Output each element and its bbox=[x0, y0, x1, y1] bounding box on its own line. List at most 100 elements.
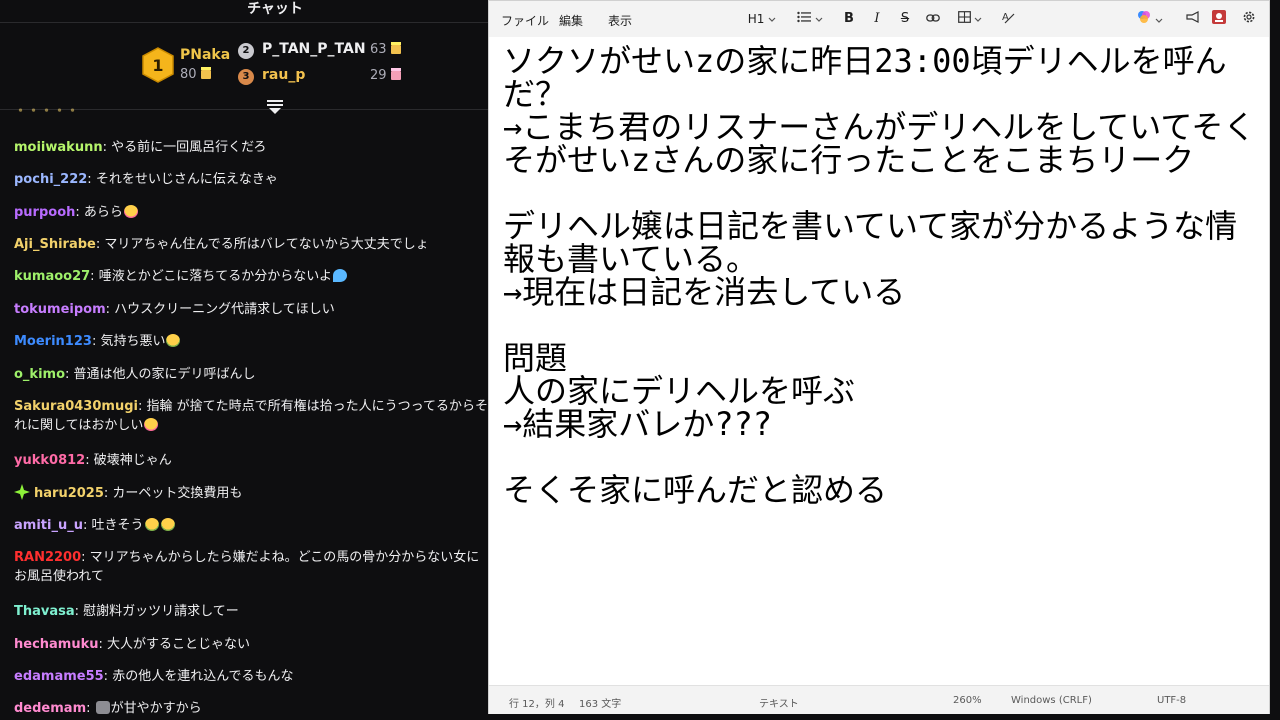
rank-3-badge-icon: 3 bbox=[238, 69, 254, 85]
notepad-window: ファイル 編集 表示 H1 B I S A ソクソがせいzの家に昨日23:00頃… bbox=[488, 0, 1270, 714]
leaderboard-first-name: PNaka bbox=[180, 47, 231, 63]
gift-icon bbox=[390, 71, 401, 80]
clear-formatting-icon[interactable]: A bbox=[997, 10, 1019, 28]
chat-message-list: ・・・・・ moiiwakunn: やる前に一回風呂行くだろ pochi_222… bbox=[0, 108, 490, 720]
character-count: 163 文字 bbox=[579, 699, 622, 710]
chat-message-text: 大人がすることじゃない bbox=[107, 637, 251, 652]
chat-message-text: 慰謝料ガッツリ請求してー bbox=[83, 604, 239, 619]
gift-leaderboard: 1 PNaka 80 2 P_TAN_P_TAN 63 3 rau_p 29 bbox=[0, 22, 490, 110]
chat-message: Sakura0430mugi: 指輪 が捨てた時点で所有権は拾った人にうつってる… bbox=[14, 399, 488, 433]
chat-message: Moerin123: 気持ち悪い bbox=[14, 332, 490, 351]
chat-message-text: やる前に一回風呂行くだろ bbox=[111, 140, 267, 155]
chat-message-text: 赤の他人を連れ込んでるもんな bbox=[112, 669, 294, 684]
chat-message-text: それをせいじさんに伝えなきゃ bbox=[95, 172, 278, 187]
leaderboard-second-points-wrap: 63 bbox=[370, 42, 401, 57]
chat-message: RAN2200: マリアちゃんからしたら嫌だよね。どこの馬の骨か分からない女にお… bbox=[14, 550, 480, 584]
settings-gear-icon[interactable] bbox=[1239, 10, 1259, 28]
chat-username[interactable]: edamame55 bbox=[14, 669, 104, 684]
leaderboard-third-points: 29 bbox=[370, 68, 387, 83]
svg-text:1: 1 bbox=[152, 56, 163, 75]
chat-message-text: 普通は他人の家にデリ呼ばんし bbox=[73, 367, 256, 382]
chat-message: dedemam: が甘やかすから bbox=[14, 701, 202, 716]
heading-dropdown[interactable]: H1 bbox=[745, 10, 779, 28]
rank-2-badge-icon: 2 bbox=[238, 43, 254, 59]
profile-badge-icon[interactable] bbox=[1209, 10, 1229, 28]
editor-content[interactable]: ソクソがせいzの家に昨日23:00頃デリヘルを呼んだ？ →こまち君のリスナーさん… bbox=[503, 45, 1263, 507]
menu-file[interactable]: ファイル bbox=[501, 12, 549, 29]
zoom-level[interactable]: 260% bbox=[953, 695, 982, 706]
table-icon bbox=[957, 11, 971, 23]
leaderboard-third[interactable]: 3 rau_p 29 bbox=[238, 67, 418, 87]
line-ending[interactable]: Windows (CRLF) bbox=[1011, 695, 1092, 706]
leaderboard-first-points-wrap: 80 bbox=[180, 67, 211, 82]
chat-username[interactable]: kumaoo27 bbox=[14, 269, 90, 284]
link-icon[interactable] bbox=[923, 10, 943, 28]
chat-header: チャット bbox=[0, 0, 490, 22]
chat-username[interactable]: Thavasa bbox=[14, 604, 75, 619]
chat-username[interactable]: moiiwakunn bbox=[14, 140, 103, 155]
chat-username[interactable]: Sakura0430mugi bbox=[14, 399, 138, 414]
strikethrough-icon[interactable]: S bbox=[895, 10, 915, 28]
sick-face-emoji-icon bbox=[166, 334, 181, 347]
chat-message: purpooh: あらら bbox=[14, 203, 490, 222]
sweat-droplets-emoji-icon bbox=[333, 269, 348, 282]
emote-icon bbox=[95, 701, 110, 714]
chat-message: amiti_u_u: 吐きそう bbox=[14, 516, 490, 535]
chat-message: Thavasa: 慰謝料ガッツリ請求してー bbox=[14, 604, 239, 619]
menu-view[interactable]: 表示 bbox=[608, 12, 632, 29]
leaderboard-third-name: rau_p bbox=[262, 67, 306, 83]
chat-message-text: ハウスクリーニング代請求してほしい bbox=[114, 302, 335, 317]
encoding[interactable]: UTF-8 bbox=[1157, 695, 1186, 706]
gift-icon bbox=[200, 70, 211, 79]
chat-message: moiiwakunn: やる前に一回風呂行くだろ bbox=[14, 140, 267, 155]
chat-username[interactable]: yukk0812 bbox=[14, 453, 85, 468]
heart-eyes-emoji-icon bbox=[123, 205, 138, 218]
chat-message: haru2025: カーペット交換費用も bbox=[14, 484, 490, 503]
chat-username[interactable]: pochi_222 bbox=[14, 172, 87, 187]
leaderboard-first-points: 80 bbox=[180, 67, 197, 82]
chat-message: edamame55: 赤の他人を連れ込んでるもんな bbox=[14, 669, 294, 684]
chevron-down-icon bbox=[974, 17, 982, 22]
chat-message-text: 吐きそう bbox=[91, 518, 144, 533]
table-dropdown[interactable] bbox=[953, 10, 987, 28]
heading-label: H1 bbox=[747, 12, 765, 26]
chat-message-text: が甘やかすから bbox=[110, 701, 202, 716]
chat-message-text: 気持ち悪い bbox=[100, 334, 166, 349]
chat-message: yukk0812: 破壊神じゃん bbox=[14, 453, 172, 468]
gift-icon bbox=[390, 45, 401, 54]
chat-message-partial: ・・・・・ bbox=[14, 108, 80, 119]
chat-username[interactable]: hechamuku bbox=[14, 637, 99, 652]
chat-username[interactable]: Aji_Shirabe bbox=[14, 237, 96, 252]
chat-message-text: カーペット交換費用も bbox=[112, 486, 243, 501]
chat-username[interactable]: o_kimo bbox=[14, 367, 65, 382]
bold-icon[interactable]: B bbox=[839, 10, 859, 28]
chat-username[interactable]: RAN2200 bbox=[14, 550, 81, 565]
chat-message-text: マリアちゃん住んでる所はバレてないから大丈夫でしょ bbox=[104, 237, 429, 252]
status-bar: 行 12，列 4 163 文字 テキスト 260% Windows (CRLF)… bbox=[489, 685, 1269, 714]
chat-message-text: 唾液とかどこに落ちてるか分からないよ bbox=[98, 269, 333, 284]
leaderboard-second[interactable]: 2 P_TAN_P_TAN 63 bbox=[238, 41, 418, 61]
chat-message: kumaoo27: 唾液とかどこに落ちてるか分からないよ bbox=[14, 267, 490, 286]
menu-edit[interactable]: 編集 bbox=[559, 12, 583, 29]
text-format[interactable]: テキスト bbox=[759, 695, 799, 710]
chat-username[interactable]: tokumeipom bbox=[14, 302, 106, 317]
notepad-toolbar: ファイル 編集 表示 H1 B I S A bbox=[489, 1, 1269, 38]
chat-message: tokumeipom: ハウスクリーニング代請求してほしい bbox=[14, 302, 335, 317]
text-editor-area[interactable]: ソクソがせいzの家に昨日23:00頃デリヘルを呼んだ？ →こまち君のリスナーさん… bbox=[489, 37, 1269, 685]
chat-username[interactable]: purpooh bbox=[14, 205, 75, 220]
chat-message-text: あらら bbox=[83, 205, 123, 220]
announcement-icon[interactable] bbox=[1183, 10, 1203, 28]
leaderboard-second-name: P_TAN_P_TAN bbox=[262, 41, 366, 57]
italic-icon[interactable]: I bbox=[867, 10, 887, 28]
chat-username[interactable]: Moerin123 bbox=[14, 334, 92, 349]
copilot-dropdown[interactable] bbox=[1133, 10, 1167, 28]
chevron-down-icon bbox=[1155, 18, 1163, 23]
list-dropdown[interactable] bbox=[793, 10, 827, 28]
sparkle-badge-icon bbox=[14, 484, 30, 500]
grinning-sweat-emoji-icon bbox=[144, 418, 159, 431]
chat-message: o_kimo: 普通は他人の家にデリ呼ばんし bbox=[14, 367, 256, 382]
chat-username[interactable]: dedemam bbox=[14, 701, 86, 716]
chat-username[interactable]: haru2025 bbox=[34, 486, 104, 501]
chat-username[interactable]: amiti_u_u bbox=[14, 518, 83, 533]
copilot-icon bbox=[1138, 11, 1151, 23]
